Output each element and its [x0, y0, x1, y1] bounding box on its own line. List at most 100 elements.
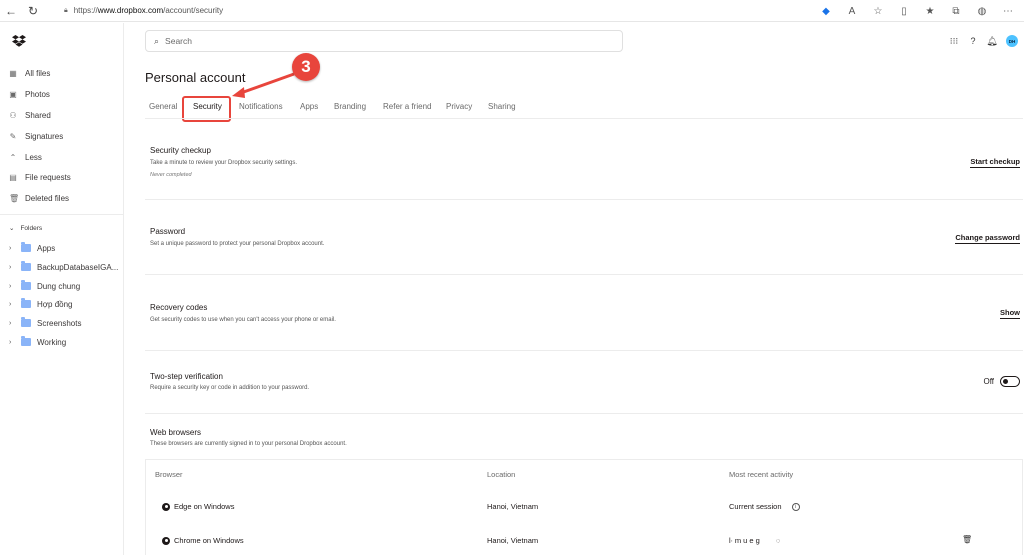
- section-title: Recovery codes: [150, 303, 208, 312]
- chevron-right-icon[interactable]: ›: [9, 320, 15, 327]
- sidebar-divider: [0, 214, 124, 215]
- search-input[interactable]: ⌕ Search: [145, 30, 623, 52]
- trash-icon: 🗑︎: [9, 193, 20, 203]
- change-password-button[interactable]: Change password: [955, 233, 1020, 244]
- column-header: Location: [487, 470, 516, 479]
- two-step-verification-section: Two-step verification Require a security…: [145, 366, 1023, 406]
- sidebar-item-label: Deleted files: [25, 193, 70, 203]
- tab-sharing[interactable]: Sharing: [488, 102, 516, 111]
- section-divider: [145, 413, 1023, 414]
- password-section: Password Set a unique password to protec…: [145, 222, 1023, 262]
- chevron-right-icon[interactable]: ›: [9, 301, 15, 308]
- column-header: Browser: [155, 470, 183, 479]
- tab-apps[interactable]: Apps: [300, 102, 318, 111]
- more-icon[interactable]: ⋯: [1002, 5, 1014, 17]
- table-row-browser: Edge on Windows: [162, 502, 234, 511]
- start-checkup-button[interactable]: Start checkup: [970, 157, 1020, 168]
- folder-item[interactable]: › Screenshots: [9, 314, 81, 332]
- favorites-icon[interactable]: ★: [924, 5, 936, 17]
- folder-label: Screenshots: [37, 318, 82, 328]
- folder-item[interactable]: › Apps: [9, 239, 55, 257]
- tab-general[interactable]: General: [149, 102, 177, 111]
- help-icon[interactable]: ?: [968, 36, 978, 46]
- collections-icon[interactable]: ⧉: [950, 5, 962, 17]
- sidebar: ▦ All files ▣ Photos ⚇ Shared ✎ Signatur…: [0, 23, 124, 555]
- lock-icon: 🔒︎: [64, 6, 68, 14]
- tab-privacy[interactable]: Privacy: [446, 102, 472, 111]
- tab-notifications[interactable]: Notifications: [239, 102, 283, 111]
- sidebar-item-label: File requests: [25, 172, 71, 182]
- split-screen-icon[interactable]: ▯: [898, 5, 910, 17]
- sidebar-item-signatures[interactable]: ✎ Signatures: [9, 127, 64, 145]
- reload-icon[interactable]: ↻: [22, 0, 44, 22]
- step-number-badge: 3: [292, 53, 320, 81]
- section-divider: [145, 350, 1023, 351]
- sidebar-item-less[interactable]: ⌃ Less: [9, 148, 42, 166]
- folder-label: Dung chung: [37, 281, 81, 291]
- recovery-codes-section: Recovery codes Get security codes to use…: [145, 297, 1023, 337]
- table-row-location: Hanoi, Vietnam: [487, 536, 539, 545]
- chevron-right-icon[interactable]: ›: [9, 245, 15, 252]
- show-recovery-codes-button[interactable]: Show: [1000, 308, 1020, 319]
- bell-icon[interactable]: 🔔︎: [986, 36, 997, 46]
- chevron-right-icon[interactable]: ›: [9, 339, 15, 346]
- sidebar-item-label: Less: [25, 152, 42, 162]
- apps-grid-icon[interactable]: ⁝⁝⁝: [949, 36, 959, 46]
- tag-icon[interactable]: ◆: [820, 5, 832, 17]
- avatar[interactable]: DH: [1006, 35, 1018, 47]
- folder-icon: [21, 317, 31, 327]
- sidebar-item-photos[interactable]: ▣ Photos: [9, 85, 50, 103]
- folder-item[interactable]: › Working: [9, 333, 66, 351]
- sidebar-item-shared[interactable]: ⚇ Shared: [9, 106, 51, 124]
- search-placeholder: Search: [165, 36, 192, 46]
- tab-branding[interactable]: Branding: [334, 102, 366, 111]
- sidebar-item-all-files[interactable]: ▦ All files: [9, 64, 50, 82]
- section-title: Two-step verification: [150, 372, 223, 381]
- sidebar-item-label: All files: [25, 68, 51, 78]
- folder-item[interactable]: › BackupDatabaseIGA...: [9, 258, 118, 276]
- section-divider: [145, 274, 1023, 275]
- folder-item[interactable]: › Dung chung: [9, 277, 80, 295]
- shared-icon: ⚇: [9, 110, 17, 120]
- chevron-right-icon[interactable]: ›: [9, 264, 15, 271]
- tab-refer-a-friend[interactable]: Refer a friend: [383, 102, 431, 111]
- back-arrow-icon[interactable]: ←: [0, 0, 22, 22]
- sidebar-item-label: Shared: [25, 110, 51, 120]
- security-checkup-section: Security checkup Take a minute to review…: [145, 140, 1023, 200]
- browser-name: Edge on Windows: [174, 502, 235, 511]
- section-description: Take a minute to review your Dropbox sec…: [150, 160, 298, 166]
- profile-icon[interactable]: ◍: [976, 5, 988, 17]
- photos-icon: ▣: [9, 89, 17, 99]
- trash-icon[interactable]: 🗑︎: [962, 535, 972, 544]
- table-row-location: Hanoi, Vietnam: [487, 502, 539, 511]
- read-aloud-icon[interactable]: A: [846, 5, 858, 17]
- sidebar-item-deleted-files[interactable]: 🗑︎ Deleted files: [9, 189, 69, 207]
- sidebar-item-label: Photos: [25, 89, 50, 99]
- sidebar-item-file-requests[interactable]: ▤ File requests: [9, 168, 71, 186]
- info-icon[interactable]: i: [791, 502, 800, 511]
- activity-text: l∙ m u e g: [729, 536, 760, 545]
- table-row-activity: Current session i: [729, 502, 800, 511]
- table-row-browser: Chrome on Windows: [162, 536, 244, 545]
- chevron-right-icon[interactable]: ›: [9, 283, 15, 290]
- browsers-table: Browser Location Most recent activity Ed…: [145, 459, 1023, 555]
- grid-icon: ▦: [9, 68, 17, 78]
- sidebar-item-label: Signatures: [25, 131, 64, 141]
- section-description: Set a unique password to protect your pe…: [150, 241, 325, 247]
- folder-item[interactable]: › Hợp đồng: [9, 295, 73, 313]
- web-browsers-section: Web browsers These browsers are currentl…: [145, 422, 1023, 458]
- toggle-state-label: Off: [983, 377, 994, 386]
- chrome-browser-icon: [162, 536, 170, 545]
- two-step-toggle[interactable]: [1000, 376, 1020, 387]
- folder-icon: [21, 280, 31, 290]
- address-bar[interactable]: 🔒︎ https://www.dropbox.com/account/secur…: [64, 6, 223, 15]
- folders-label: Folders: [20, 224, 43, 232]
- folder-label: Hợp đồng: [37, 299, 73, 309]
- two-step-toggle-wrap: Off: [983, 376, 1020, 387]
- folders-header[interactable]: ⌄ Folders: [9, 224, 43, 233]
- favorite-star-icon[interactable]: ☆: [872, 5, 884, 17]
- loading-spinner-icon: ◌: [775, 536, 781, 545]
- section-title: Security checkup: [150, 146, 211, 155]
- dropbox-logo-icon[interactable]: [12, 35, 26, 47]
- column-header: Most recent activity: [729, 470, 794, 479]
